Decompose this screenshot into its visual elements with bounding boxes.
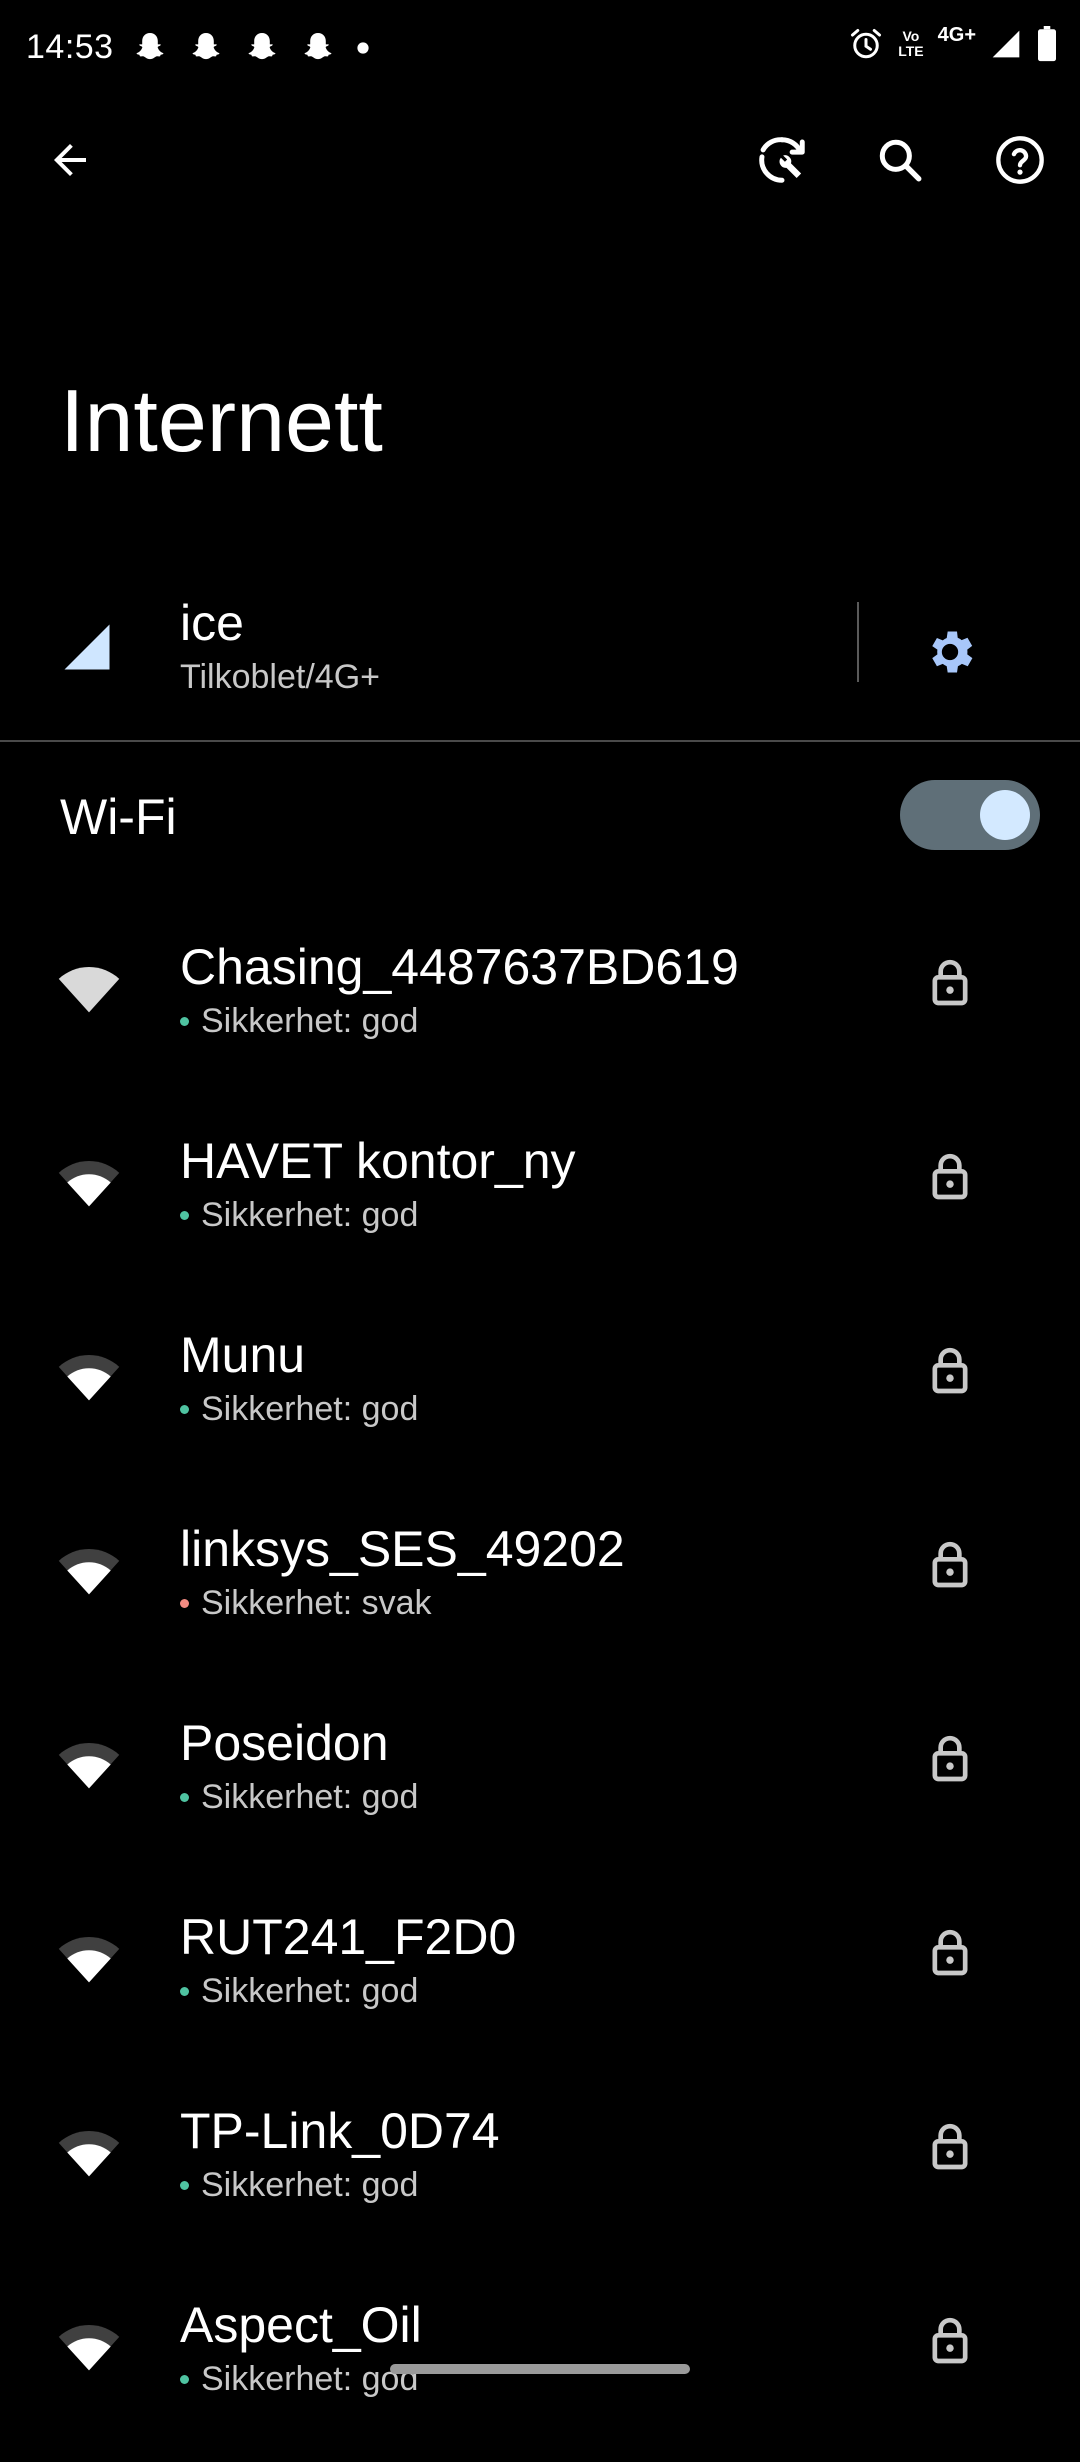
wifi-network-name: RUT241_F2D0 bbox=[180, 1909, 517, 1965]
battery-icon bbox=[1038, 26, 1056, 62]
wifi-network-name: Poseidon bbox=[180, 1715, 389, 1771]
snapchat-icon bbox=[304, 33, 332, 60]
mobile-settings-button[interactable] bbox=[900, 602, 1000, 702]
lock-icon bbox=[932, 1735, 968, 1782]
lock-icon bbox=[932, 1541, 968, 1588]
volte-line2: LTE bbox=[898, 43, 924, 59]
mobile-network-name: ice bbox=[180, 595, 244, 651]
signal-icon bbox=[992, 30, 1020, 58]
wifi-security-status: Sikkerhet: god bbox=[180, 2166, 418, 2205]
notification-icons bbox=[132, 30, 370, 66]
wifi-network-list: Chasing_4487637BD619 Sikkerhet: god HAVE… bbox=[0, 910, 1080, 2462]
search-button[interactable] bbox=[850, 110, 950, 210]
lock-icon bbox=[932, 2123, 968, 2170]
wifi-signal-icon bbox=[58, 2131, 120, 2177]
wifi-toggle-switch[interactable] bbox=[900, 780, 1040, 850]
gesture-navigation-bar[interactable] bbox=[390, 2364, 690, 2374]
snapchat-icon bbox=[248, 33, 276, 60]
section-divider bbox=[0, 740, 1080, 742]
wifi-signal-icon bbox=[58, 1549, 120, 1595]
wifi-security-status: Sikkerhet: god bbox=[180, 1972, 418, 2011]
sync-button[interactable] bbox=[732, 110, 832, 210]
wifi-network-name: TP-Link_0D74 bbox=[180, 2103, 500, 2159]
toggle-knob bbox=[980, 790, 1030, 840]
wifi-network-name: linksys_SES_49202 bbox=[180, 1521, 625, 1577]
status-right-icons: Vo LTE 4G+ bbox=[848, 23, 1058, 62]
wifi-network-name: Munu bbox=[180, 1327, 306, 1383]
mobile-network-row[interactable]: ice Tilkoblet/4G+ bbox=[0, 580, 1080, 740]
sync-wrench-icon bbox=[759, 137, 805, 183]
wifi-security-text: Sikkerhet: god bbox=[201, 1196, 419, 1234]
wifi-security-text: Sikkerhet: god bbox=[201, 1778, 419, 1816]
wifi-signal-icon bbox=[58, 1161, 120, 1207]
wifi-network-item[interactable]: Poseidon Sikkerhet: god bbox=[0, 1686, 1080, 1880]
wifi-security-status: Sikkerhet: svak bbox=[180, 1584, 432, 1623]
wifi-security-text: Sikkerhet: god bbox=[201, 1972, 419, 2010]
snapchat-icon bbox=[136, 33, 164, 60]
lock-icon bbox=[932, 1153, 968, 1200]
wifi-security-status: Sikkerhet: god bbox=[180, 1390, 418, 1429]
wifi-network-name: Aspect_Oil bbox=[180, 2297, 422, 2353]
wifi-security-text: Sikkerhet: god bbox=[201, 2360, 419, 2398]
help-button[interactable] bbox=[970, 110, 1070, 210]
status-bar: 14:53 Vo LTE 4G+ bbox=[0, 0, 1080, 100]
wifi-security-status: Sikkerhet: god bbox=[180, 1002, 418, 1041]
wifi-network-item[interactable]: Chasing_4487637BD619 Sikkerhet: god bbox=[0, 910, 1080, 1104]
mobile-divider bbox=[857, 602, 859, 682]
back-button[interactable] bbox=[20, 110, 120, 210]
wifi-signal-icon bbox=[58, 1937, 120, 1983]
wifi-network-name: Chasing_4487637BD619 bbox=[180, 939, 739, 995]
wifi-network-item[interactable]: Munu Sikkerhet: god bbox=[0, 1298, 1080, 1492]
back-arrow-icon bbox=[54, 144, 86, 176]
security-weak-dot bbox=[180, 1599, 189, 1608]
lock-icon bbox=[932, 959, 968, 1006]
volte-icon: Vo LTE bbox=[898, 29, 923, 59]
help-icon bbox=[996, 136, 1044, 184]
wifi-signal-icon bbox=[58, 1355, 120, 1401]
security-good-dot bbox=[180, 1017, 189, 1026]
wifi-network-item[interactable]: linksys_SES_49202 Sikkerhet: svak bbox=[0, 1492, 1080, 1686]
wifi-security-status: Sikkerhet: god bbox=[180, 1778, 418, 1817]
wifi-security-text: Sikkerhet: god bbox=[201, 1002, 419, 1040]
security-good-dot bbox=[180, 1793, 189, 1802]
more-dot-icon bbox=[357, 42, 369, 54]
security-good-dot bbox=[180, 1405, 189, 1414]
snapchat-icon bbox=[192, 33, 220, 60]
search-icon bbox=[879, 139, 922, 182]
wifi-security-text: Sikkerhet: god bbox=[201, 2166, 419, 2204]
cellular-signal-icon bbox=[64, 624, 110, 670]
lock-icon bbox=[932, 1347, 968, 1394]
gear-icon bbox=[932, 631, 973, 673]
wifi-label: Wi-Fi bbox=[60, 789, 177, 845]
status-time: 14:53 bbox=[26, 28, 114, 66]
app-bar bbox=[0, 110, 1080, 210]
alarm-icon bbox=[851, 29, 882, 59]
wifi-security-status: Sikkerhet: god bbox=[180, 2360, 418, 2399]
wifi-signal-icon bbox=[58, 1743, 120, 1789]
wifi-network-name: HAVET kontor_ny bbox=[180, 1133, 576, 1189]
wifi-network-item[interactable]: HAVET kontor_ny Sikkerhet: god bbox=[0, 1104, 1080, 1298]
page-title: Internett bbox=[60, 371, 383, 470]
wifi-toggle-row[interactable]: Wi-Fi bbox=[0, 760, 1080, 870]
mobile-network-status: Tilkoblet/4G+ bbox=[180, 658, 380, 696]
wifi-signal-icon bbox=[58, 967, 120, 1013]
wifi-network-item[interactable]: RUT241_F2D0 Sikkerhet: god bbox=[0, 1880, 1080, 2074]
security-good-dot bbox=[180, 1211, 189, 1220]
wifi-security-status: Sikkerhet: god bbox=[180, 1196, 418, 1235]
security-good-dot bbox=[180, 2181, 189, 2190]
wifi-security-text: Sikkerhet: svak bbox=[201, 1584, 432, 1622]
wifi-signal-icon bbox=[58, 2325, 120, 2371]
security-good-dot bbox=[180, 2375, 189, 2384]
network-type: 4G+ bbox=[937, 23, 976, 46]
volte-line1: Vo bbox=[902, 28, 920, 44]
lock-icon bbox=[932, 2317, 968, 2364]
wifi-security-text: Sikkerhet: god bbox=[201, 1390, 419, 1428]
wifi-network-item[interactable]: TP-Link_0D74 Sikkerhet: god bbox=[0, 2074, 1080, 2268]
lock-icon bbox=[932, 1929, 968, 1976]
security-good-dot bbox=[180, 1987, 189, 1996]
